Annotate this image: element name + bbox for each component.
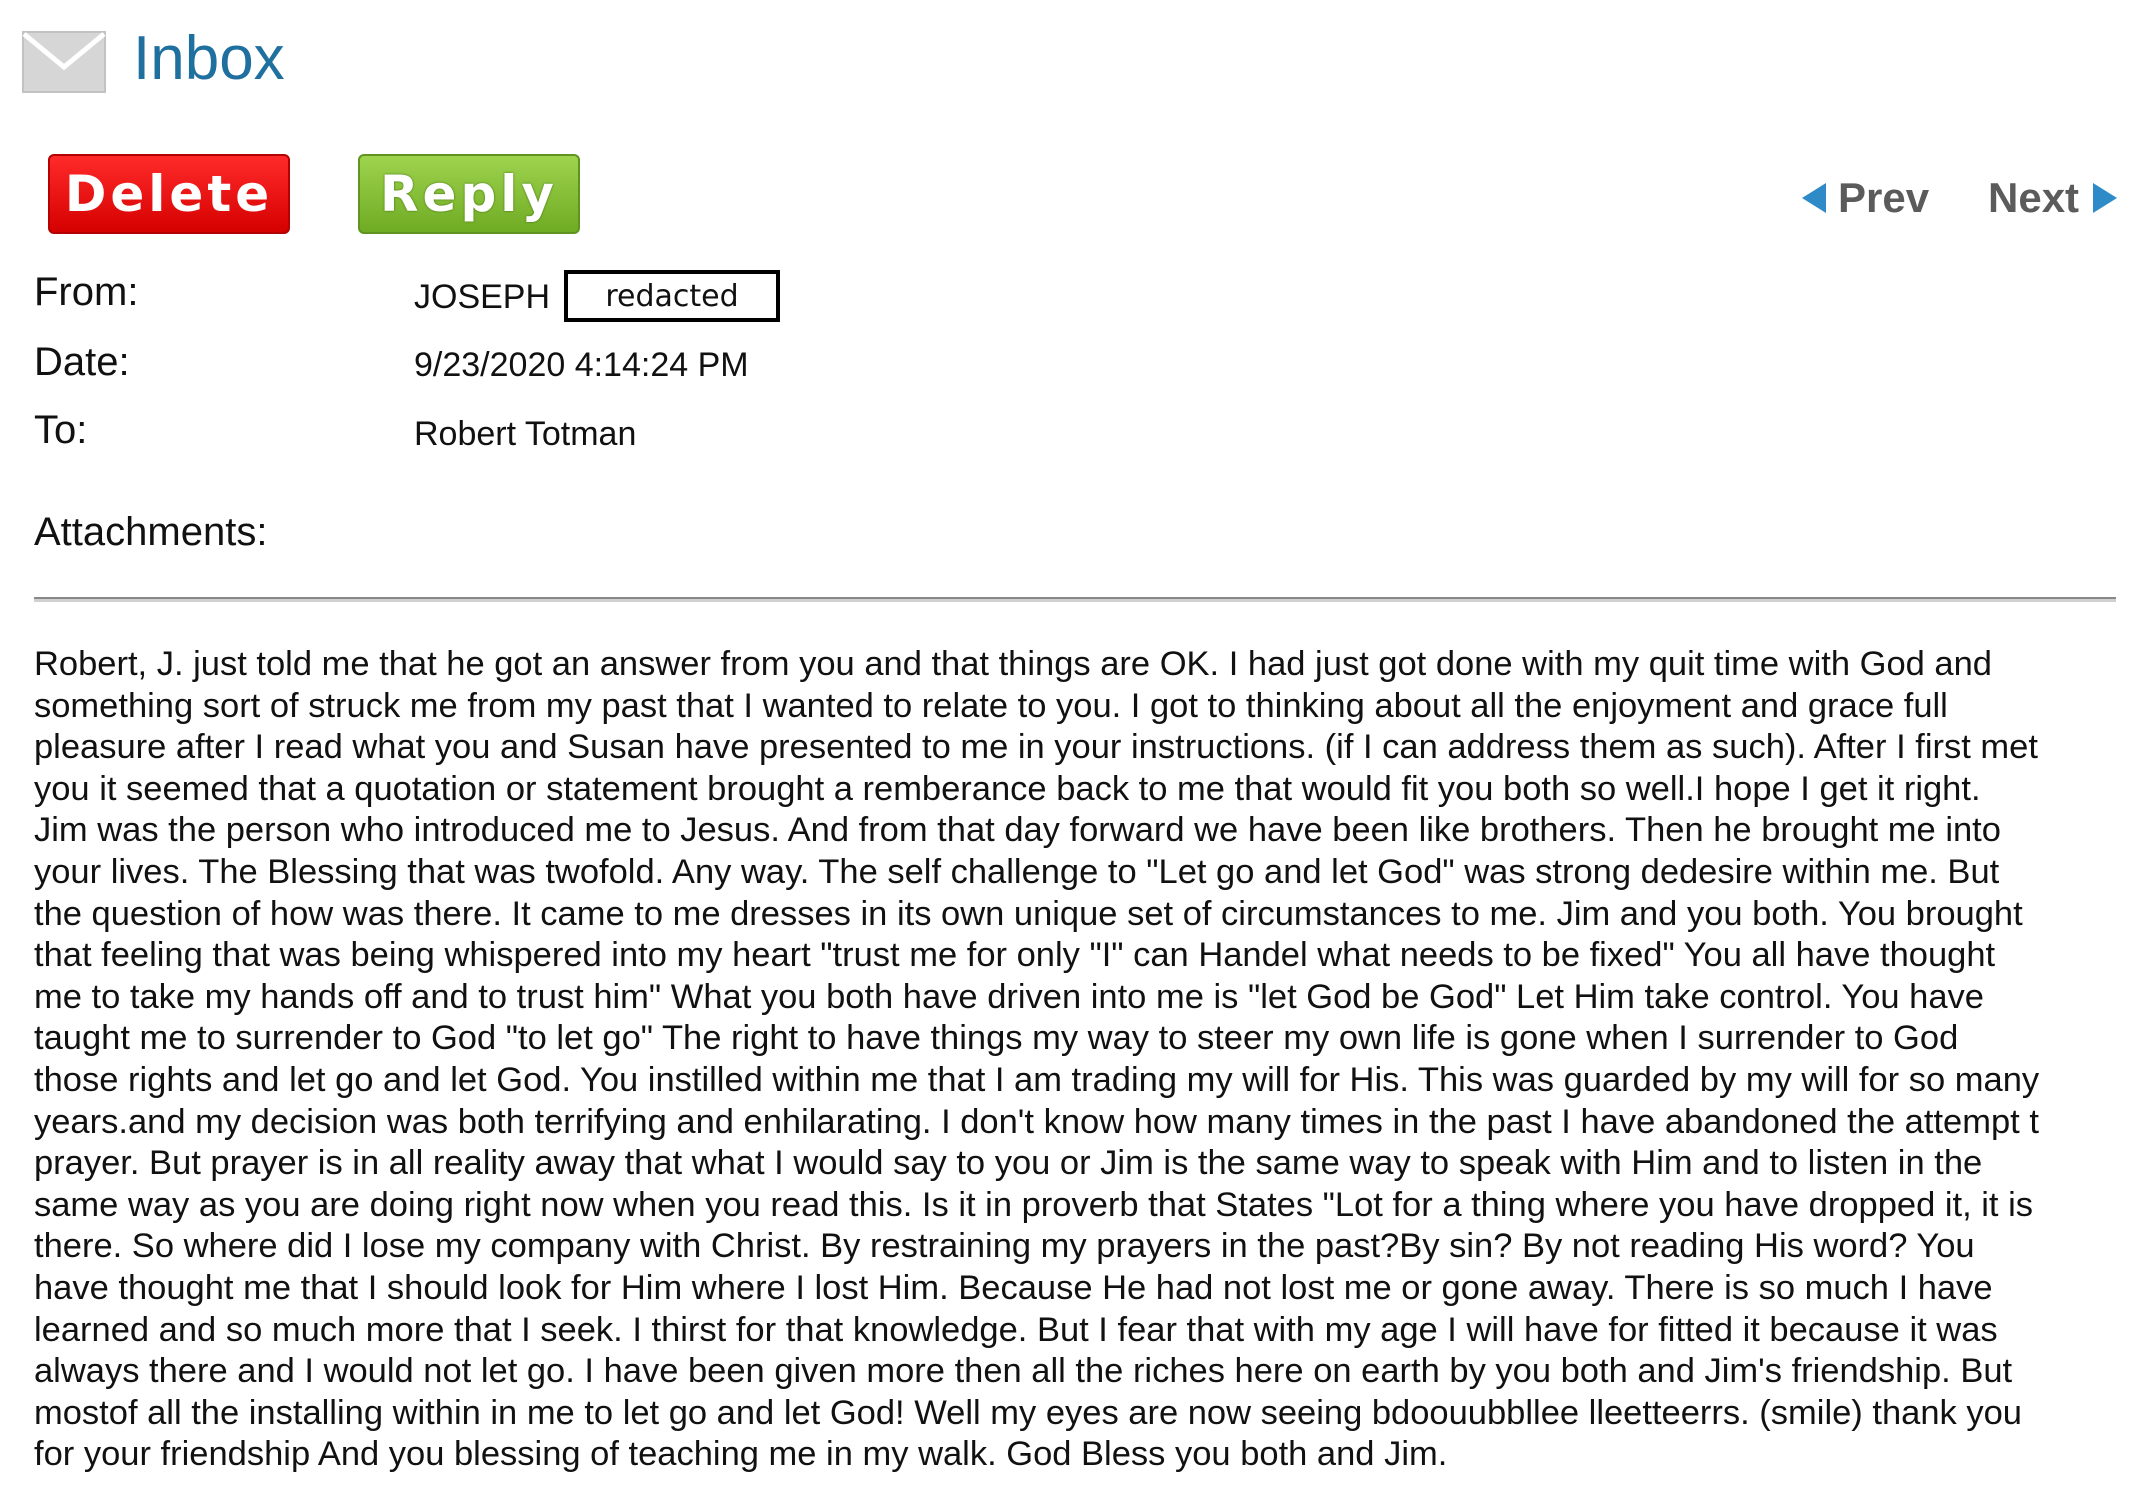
to-label: To:	[34, 408, 88, 452]
body-line: prayer. But prayer is in all reality awa…	[34, 1144, 1983, 1183]
inbox-header	[22, 22, 106, 102]
from-label: From:	[34, 270, 139, 314]
divider	[34, 597, 2116, 602]
from-value: JOSEPH	[414, 278, 551, 316]
body-line: Jim was the person who introduced me to …	[34, 811, 2001, 850]
body-line: have thought me that I should look for H…	[34, 1268, 1993, 1307]
body-line: something sort of struck me from my past…	[34, 686, 1948, 725]
body-line: for your friendship And you blessing of …	[34, 1435, 1448, 1474]
body-line: taught me to surrender to God "to let go…	[34, 1019, 1959, 1058]
envelope-icon	[22, 31, 106, 93]
body-line: mostof all the installing within in me t…	[34, 1393, 2022, 1432]
body-line: learned and so much more that I seek. I …	[34, 1310, 1998, 1349]
body-line: those rights and let go and let God. You…	[34, 1060, 2040, 1099]
body-line: you it seemed that a quotation or statem…	[34, 769, 1981, 808]
body-line: pleasure after I read what you and Susan…	[34, 728, 2038, 767]
body-line: same way as you are doing right now when…	[34, 1185, 2034, 1224]
next-button[interactable]: Next	[1988, 168, 2118, 228]
next-label: Next	[1988, 174, 2080, 221]
body-line: the question of how was there. It came t…	[34, 894, 2023, 933]
date-value: 9/23/2020 4:14:24 PM	[414, 346, 749, 384]
body-line: always there and I would not let go. I h…	[34, 1352, 2013, 1391]
prev-label: Prev	[1838, 174, 1930, 221]
body-line: me to take my hands off and to trust him…	[34, 977, 1984, 1016]
attachments-label: Attachments:	[34, 510, 268, 554]
body-line: years.and my decision was both terrifyin…	[34, 1102, 2039, 1141]
arrow-left-icon	[1802, 183, 1826, 213]
arrow-right-icon	[2093, 183, 2118, 213]
body-line: Robert, J. just told me that he got an a…	[34, 645, 1992, 683]
message-body: Robert, J. just told me that he got an a…	[34, 644, 2124, 1476]
reply-button[interactable]: Reply	[358, 154, 580, 234]
date-label: Date:	[34, 340, 130, 384]
redacted-label: redacted	[605, 278, 739, 314]
page-title: Inbox	[133, 24, 285, 93]
body-line: that feeling that was being whispered in…	[34, 936, 1996, 975]
to-value: Robert Totman	[414, 415, 637, 453]
body-line: there. So where did I lose my company wi…	[34, 1227, 1975, 1266]
delete-button[interactable]: Delete	[48, 154, 290, 234]
body-line: your lives. The Blessing that was twofol…	[34, 852, 2000, 891]
prev-button[interactable]: Prev	[1802, 168, 1929, 228]
redacted-box: redacted	[564, 270, 780, 322]
